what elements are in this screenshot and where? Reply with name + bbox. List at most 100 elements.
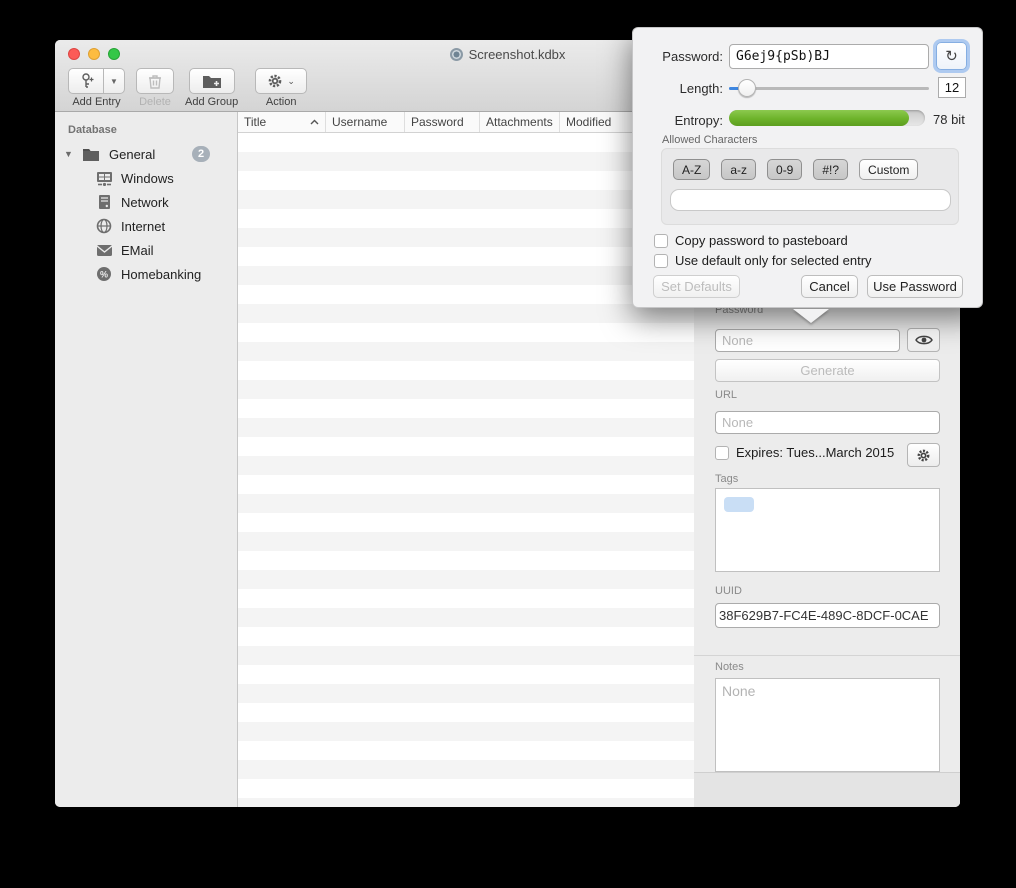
add-group-button[interactable] (189, 68, 235, 94)
refresh-icon: ↻ (945, 47, 958, 65)
eye-icon (915, 334, 933, 346)
entropy-meter (729, 110, 925, 126)
url-input[interactable] (715, 411, 940, 434)
delete-button[interactable] (136, 68, 174, 94)
copy-to-pasteboard-row: Copy password to pasteboard (654, 233, 848, 248)
column-header-attachments[interactable]: Attachments (480, 112, 560, 132)
custom-characters-input[interactable] (670, 189, 951, 211)
popover-length-label: Length: (635, 81, 723, 96)
length-value-input[interactable] (938, 77, 966, 98)
use-password-button[interactable]: Use Password (867, 275, 963, 298)
sidebar-group-general[interactable]: ▼ General 2 (55, 142, 237, 166)
percent-icon: % (96, 266, 112, 282)
entry-count-badge: 2 (192, 146, 210, 162)
action-button[interactable]: ⌄ (255, 68, 307, 94)
window-title: Screenshot.kdbx (469, 47, 566, 62)
length-slider[interactable] (729, 78, 929, 98)
tag-pill[interactable] (724, 497, 754, 512)
notes-textarea[interactable] (715, 678, 940, 772)
default-for-entry-label: Use default only for selected entry (675, 253, 872, 268)
slider-track (729, 87, 929, 90)
action-label: Action (266, 96, 297, 108)
envelope-icon (96, 244, 113, 257)
network-icon (98, 194, 111, 210)
entropy-value: 78 bit (933, 112, 965, 127)
trash-icon (147, 73, 163, 90)
toolbar: ▼ Add Entry Delete Add Group (55, 68, 307, 112)
delete-control: Delete (136, 68, 174, 108)
regenerate-button[interactable]: ↻ (936, 42, 967, 70)
delete-label: Delete (139, 96, 171, 108)
sidebar-item-label: Homebanking (121, 267, 201, 282)
gear-icon (916, 448, 931, 463)
slider-thumb[interactable] (738, 79, 756, 97)
uuid-section-label: UUID (715, 585, 742, 597)
entry-table: Title Username Password Attachments Modi… (238, 112, 694, 807)
windows-icon (96, 171, 113, 186)
inspector-footer (694, 772, 960, 807)
allowed-characters-label: Allowed Characters (662, 134, 757, 146)
expires-label: Expires: Tues...March 2015 (736, 445, 894, 460)
add-group-label: Add Group (185, 96, 238, 108)
charset-digits-toggle[interactable]: 0-9 (767, 159, 802, 180)
globe-icon (96, 218, 112, 234)
cancel-button[interactable]: Cancel (801, 275, 858, 298)
popover-entropy-label: Entropy: (635, 113, 723, 128)
sort-ascending-icon (310, 119, 319, 125)
add-entry-label: Add Entry (72, 96, 120, 108)
column-header-title[interactable]: Title (238, 112, 326, 132)
add-entry-dropdown[interactable]: ▼ (104, 68, 125, 94)
table-body[interactable] (238, 133, 694, 807)
key-plus-icon (77, 72, 95, 90)
allowed-characters-box: A-Z a-z 0-9 #!? Custom (661, 148, 959, 225)
sidebar-item-network[interactable]: Network (55, 190, 237, 214)
desktop-background: Screenshot.kdbx ▼ Add Entry (0, 0, 1016, 888)
action-control: ⌄ Action (255, 68, 307, 108)
copy-to-pasteboard-label: Copy password to pasteboard (675, 233, 848, 248)
url-section-label: URL (715, 389, 737, 401)
add-entry-button[interactable] (68, 68, 104, 94)
add-group-control: Add Group (185, 68, 238, 108)
sidebar-group-label: General (109, 147, 192, 162)
tags-field[interactable] (715, 488, 940, 572)
tags-section-label: Tags (715, 473, 738, 485)
charset-lowercase-toggle[interactable]: a-z (721, 159, 756, 180)
sidebar-item-email[interactable]: EMail (55, 238, 237, 262)
entropy-meter-fill (729, 110, 909, 126)
column-header-password[interactable]: Password (405, 112, 480, 132)
sidebar-item-label: Internet (121, 219, 165, 234)
default-for-entry-row: Use default only for selected entry (654, 253, 872, 268)
default-for-entry-checkbox[interactable] (654, 254, 668, 268)
column-header-username[interactable]: Username (326, 112, 405, 132)
chevron-down-icon: ⌄ (287, 76, 295, 87)
set-defaults-button[interactable]: Set Defaults (653, 275, 740, 298)
disclosure-triangle-icon[interactable]: ▼ (64, 149, 74, 159)
expires-options-button[interactable] (907, 443, 940, 467)
folder-plus-icon (202, 73, 222, 89)
sidebar-item-homebanking[interactable]: % Homebanking (55, 262, 237, 286)
table-header: Title Username Password Attachments Modi… (238, 112, 694, 133)
charset-uppercase-toggle[interactable]: A-Z (673, 159, 710, 180)
expires-checkbox[interactable] (715, 446, 729, 460)
password-input[interactable] (715, 329, 900, 352)
password-generator-popover: Password: ↻ Length: Entropy: 78 bit Allo… (632, 27, 983, 308)
character-set-toggles: A-Z a-z 0-9 #!? Custom (673, 159, 918, 180)
folder-icon (82, 147, 100, 161)
copy-to-pasteboard-checkbox[interactable] (654, 234, 668, 248)
sidebar-item-windows[interactable]: Windows (55, 166, 237, 190)
notes-section-label: Notes (715, 661, 744, 673)
sidebar-item-internet[interactable]: Internet (55, 214, 237, 238)
document-icon (450, 48, 463, 61)
reveal-password-button[interactable] (907, 328, 940, 352)
sidebar-item-label: Network (121, 195, 169, 210)
sidebar: Database ▼ General 2 Windows Network (55, 112, 238, 807)
popover-arrow (793, 309, 829, 323)
charset-symbols-toggle[interactable]: #!? (813, 159, 848, 180)
charset-custom-toggle[interactable]: Custom (859, 159, 918, 180)
expires-row: Expires: Tues...March 2015 (715, 445, 894, 460)
popover-password-label: Password: (635, 49, 723, 64)
uuid-field[interactable] (715, 603, 940, 628)
generated-password-input[interactable] (729, 44, 929, 69)
add-entry-control: ▼ Add Entry (68, 68, 125, 108)
generate-button[interactable]: Generate (715, 359, 940, 382)
